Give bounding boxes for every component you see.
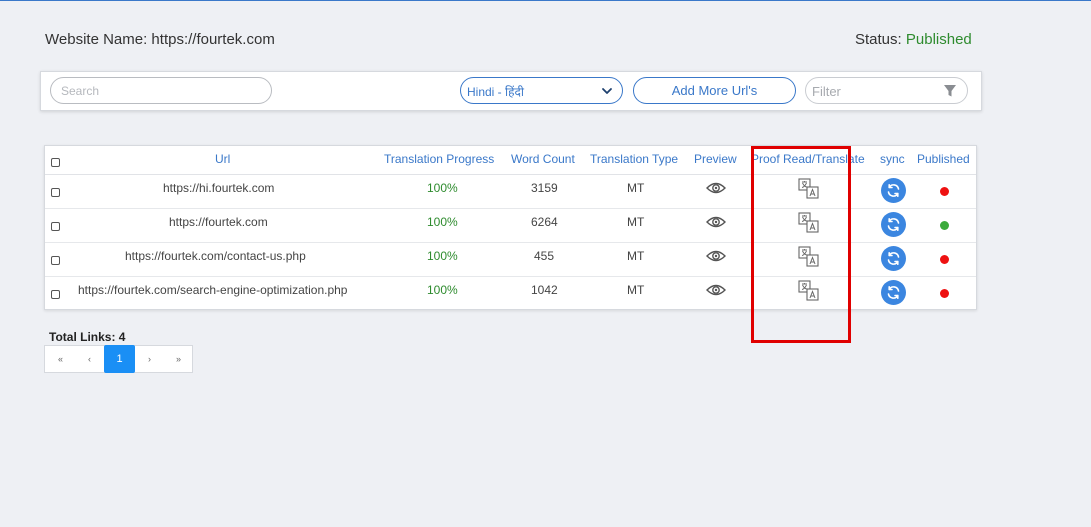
website-name: Website Name: https://fourtek.com [45, 31, 275, 48]
row-url[interactable]: https://hi.fourtek.com [163, 181, 274, 195]
filter-input[interactable]: Filter [805, 77, 968, 104]
eye-icon[interactable] [706, 214, 726, 230]
row-url[interactable]: https://fourtek.com/contact-us.php [125, 249, 306, 263]
add-more-urls-button[interactable]: Add More Url's [633, 77, 796, 104]
row-checkbox[interactable] [51, 256, 60, 265]
annotation-highlight-box [751, 146, 851, 343]
chevron-down-icon [602, 88, 612, 94]
row-type: MT [627, 283, 645, 297]
funnel-icon[interactable] [943, 84, 957, 98]
col-published[interactable]: Published [917, 152, 970, 166]
row-word-count: 1042 [531, 283, 558, 297]
col-url[interactable]: Url [215, 152, 230, 166]
total-links: Total Links: 4 [49, 330, 126, 344]
pager-first[interactable]: « [46, 346, 75, 372]
row-url[interactable]: https://fourtek.com [169, 215, 268, 229]
col-translation-type[interactable]: Translation Type [590, 152, 678, 166]
pager-next[interactable]: › [135, 346, 164, 372]
status-line: Status: Published [855, 31, 972, 48]
row-word-count: 3159 [531, 181, 558, 195]
col-sync[interactable]: sync [880, 152, 905, 166]
status-label: Status: [855, 31, 902, 48]
row-url[interactable]: https://fourtek.com/search-engine-optimi… [78, 283, 347, 297]
pagination: « ‹ 1 › » [44, 345, 193, 373]
row-progress: 100% [427, 181, 458, 195]
published-status-dot [940, 255, 949, 264]
pager-prev[interactable]: ‹ [75, 346, 104, 372]
sync-button[interactable] [881, 178, 906, 203]
filter-placeholder: Filter [812, 84, 841, 99]
eye-icon[interactable] [706, 180, 726, 196]
language-select-value: Hindi - हिंदी [467, 85, 524, 99]
sync-icon [887, 286, 900, 299]
status-value: Published [905, 31, 972, 48]
published-status-dot [940, 289, 949, 298]
published-status-dot [940, 221, 949, 230]
row-checkbox[interactable] [51, 222, 60, 231]
pager-page-1[interactable]: 1 [104, 345, 135, 373]
sync-icon [887, 252, 900, 265]
sync-icon [887, 218, 900, 231]
col-word-count[interactable]: Word Count [511, 152, 575, 166]
toolbar: Hindi - हिंदी Add More Url's Filter [40, 71, 982, 111]
select-all-checkbox[interactable] [51, 158, 60, 167]
pager-last[interactable]: » [164, 346, 193, 372]
sync-button[interactable] [881, 212, 906, 237]
row-progress: 100% [427, 215, 458, 229]
col-preview[interactable]: Preview [694, 152, 737, 166]
row-progress: 100% [427, 283, 458, 297]
language-select[interactable]: Hindi - हिंदी [460, 77, 623, 104]
sync-button[interactable] [881, 280, 906, 305]
row-type: MT [627, 249, 645, 263]
row-checkbox[interactable] [51, 290, 60, 299]
eye-icon[interactable] [706, 282, 726, 298]
row-type: MT [627, 215, 645, 229]
top-border [0, 0, 1091, 1]
row-type: MT [627, 181, 645, 195]
row-checkbox[interactable] [51, 188, 60, 197]
col-translation-progress[interactable]: Translation Progress [384, 152, 494, 166]
row-word-count: 455 [534, 249, 555, 263]
sync-icon [887, 184, 900, 197]
eye-icon[interactable] [706, 248, 726, 264]
row-word-count: 6264 [531, 215, 558, 229]
search-input[interactable] [50, 77, 272, 104]
published-status-dot [940, 187, 949, 196]
row-progress: 100% [427, 249, 458, 263]
sync-button[interactable] [881, 246, 906, 271]
